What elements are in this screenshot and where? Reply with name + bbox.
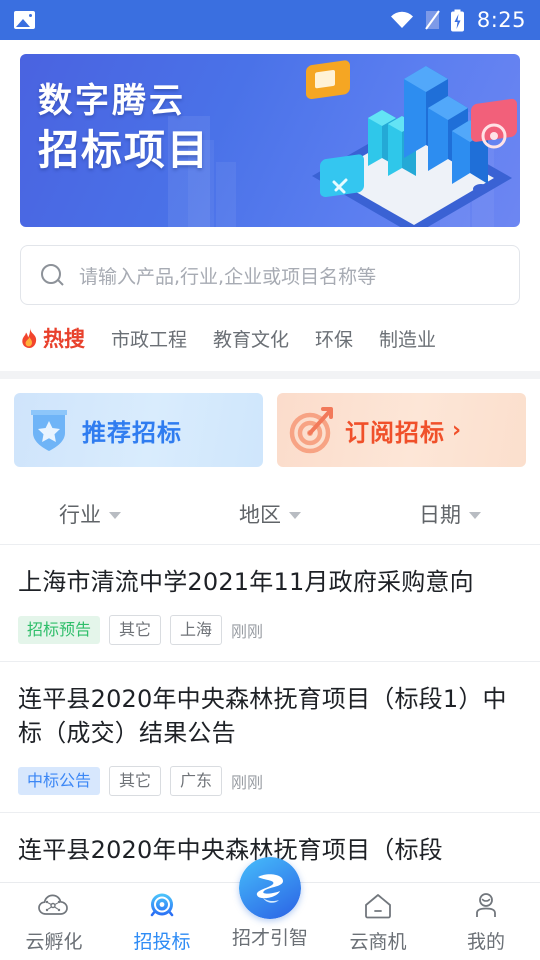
brand-logo-icon xyxy=(239,857,301,919)
promo-banner[interactable]: 数字腾云 招标项目 xyxy=(20,54,520,227)
tender-list: 上海市清流中学2021年11月政府采购意向 招标预告 其它 上海 刚刚 连平县2… xyxy=(0,545,540,885)
banner-section: 数字腾云 招标项目 xyxy=(0,40,540,227)
home-icon xyxy=(365,894,391,919)
region-tag: 广东 xyxy=(170,766,223,797)
publish-time: 刚刚 xyxy=(231,622,264,642)
filter-date[interactable]: 日期 xyxy=(360,499,540,529)
chevron-down-icon xyxy=(109,511,121,519)
publish-time: 刚刚 xyxy=(231,773,264,793)
promo-card-row: 推荐招标 订阅招标 › xyxy=(0,379,540,483)
target-arrow-icon xyxy=(289,407,333,454)
shield-star-icon xyxy=(31,410,67,451)
hot-keyword-1[interactable]: 教育文化 xyxy=(213,325,289,352)
hot-search-label: 热搜 xyxy=(20,323,85,353)
chevron-down-icon xyxy=(289,511,301,519)
cloud-network-icon xyxy=(38,894,68,915)
filter-industry[interactable]: 行业 xyxy=(0,499,180,529)
filter-industry-label: 行业 xyxy=(59,502,101,527)
tender-title: 连平县2020年中央森林抚育项目（标段1）中标（成交）结果公告 xyxy=(18,685,507,748)
radar-target-icon xyxy=(150,893,174,917)
nav-label-talent: 招才引智 xyxy=(231,927,308,949)
signal-icon xyxy=(425,10,440,30)
search-input[interactable]: 请输入产品,行业,企业或项目名称等 xyxy=(79,262,376,289)
recommended-tender-card[interactable]: 推荐招标 xyxy=(14,393,263,467)
list-item[interactable]: 连平县2020年中央森林抚育项目（标段1）中标（成交）结果公告 中标公告 其它 … xyxy=(0,662,540,814)
nav-label-bidding: 招投标 xyxy=(133,931,191,953)
battery-charging-icon xyxy=(450,9,464,31)
nav-item-business[interactable]: 云商机 xyxy=(324,883,432,960)
tender-meta: 中标公告 其它 广东 刚刚 xyxy=(18,766,522,797)
wifi-icon xyxy=(390,11,413,28)
hot-search-row: 热搜 市政工程 教育文化 环保 制造业 xyxy=(0,319,540,371)
person-icon xyxy=(476,893,496,917)
tender-meta: 招标预告 其它 上海 刚刚 xyxy=(18,615,522,646)
status-badge: 中标公告 xyxy=(18,767,101,796)
category-tag: 其它 xyxy=(109,766,162,797)
hot-keyword-3[interactable]: 制造业 xyxy=(379,325,436,352)
filter-region[interactable]: 地区 xyxy=(180,499,360,529)
filter-date-label: 日期 xyxy=(419,502,461,527)
nav-item-talent[interactable]: 招才引智 xyxy=(216,857,324,960)
flame-icon xyxy=(22,328,37,348)
status-time: 8:25 xyxy=(476,8,526,32)
nav-item-profile[interactable]: 我的 xyxy=(432,883,540,960)
category-tag: 其它 xyxy=(109,615,162,646)
hot-keyword-0[interactable]: 市政工程 xyxy=(111,325,187,352)
search-section: 请输入产品,行业,企业或项目名称等 xyxy=(0,227,540,319)
filter-bar: 行业 地区 日期 xyxy=(0,483,540,545)
nav-label-incubation: 云孵化 xyxy=(25,931,83,953)
status-bar: 8:25 xyxy=(0,0,540,40)
hot-search-text: 热搜 xyxy=(43,327,85,351)
nav-label-business: 云商机 xyxy=(349,931,407,953)
tender-title: 上海市清流中学2021年11月政府采购意向 xyxy=(18,568,474,596)
banner-title-block: 数字腾云 招标项目 xyxy=(38,80,210,175)
chevron-right-icon: › xyxy=(452,417,462,443)
status-bar-left xyxy=(14,11,35,29)
filter-region-label: 地区 xyxy=(239,502,281,527)
image-icon xyxy=(14,11,35,29)
banner-title-line2: 招标项目 xyxy=(38,125,210,174)
isometric-chart-illustration xyxy=(306,60,517,227)
bottom-nav: 云孵化 招投标 招才引智 云商机 我的 xyxy=(0,857,540,960)
recommended-tender-label: 推荐招标 xyxy=(82,418,182,447)
hot-keyword-2[interactable]: 环保 xyxy=(315,325,353,352)
search-box[interactable]: 请输入产品,行业,企业或项目名称等 xyxy=(20,245,520,305)
status-badge: 招标预告 xyxy=(18,616,101,645)
list-item[interactable]: 上海市清流中学2021年11月政府采购意向 招标预告 其它 上海 刚刚 xyxy=(0,545,540,663)
nav-label-profile: 我的 xyxy=(466,931,505,953)
chevron-down-icon xyxy=(469,511,481,519)
nav-item-incubation[interactable]: 云孵化 xyxy=(0,883,108,960)
subscribe-tender-card[interactable]: 订阅招标 › xyxy=(277,393,526,467)
status-bar-right: 8:25 xyxy=(389,8,526,32)
nav-item-bidding[interactable]: 招投标 xyxy=(108,883,216,960)
banner-title-line1: 数字腾云 xyxy=(38,81,186,121)
region-tag: 上海 xyxy=(170,615,223,646)
subscribe-tender-label: 订阅招标 xyxy=(345,418,445,447)
app-root: 8:25 数字腾云 招标项目 请输入产品,行业,企业或项目名称等 热搜 市政工程… xyxy=(0,0,540,960)
search-icon xyxy=(41,264,63,286)
